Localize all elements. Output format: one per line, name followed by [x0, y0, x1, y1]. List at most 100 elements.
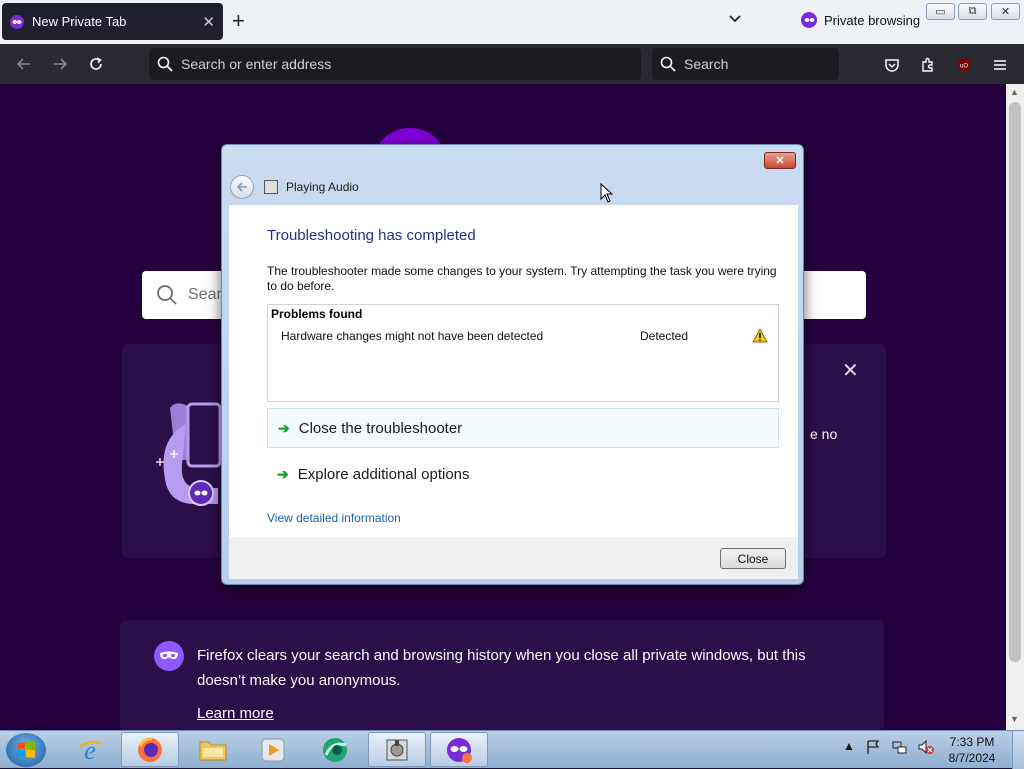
firefox-private-icon [447, 737, 472, 763]
close-button[interactable]: Close [720, 548, 786, 569]
speaker-muted-icon[interactable] [917, 739, 935, 755]
taskbar-clock[interactable]: 7:33 PM 8/7/2024 [940, 734, 1004, 766]
scroll-down-icon[interactable]: ▼ [1010, 714, 1019, 724]
dialog-close-button[interactable]: ✕ [764, 152, 796, 169]
svg-text:e: e [84, 736, 96, 764]
arrow-left-icon [236, 182, 247, 192]
promo-close-icon[interactable]: ✕ [842, 358, 859, 383]
scroll-up-icon[interactable]: ▲ [1010, 87, 1019, 97]
chevron-down-icon [729, 15, 741, 23]
forward-button[interactable] [50, 54, 70, 74]
hamburger-menu-icon [994, 60, 1006, 70]
search-bar-placeholder: Search [684, 56, 729, 72]
private-mask-icon [10, 14, 24, 29]
dialog-header: Playing Audio [230, 175, 359, 199]
mouse-cursor [600, 182, 614, 206]
clock-time: 7:33 PM [949, 735, 995, 749]
problem-name: Hardware changes might not have been det… [281, 329, 544, 343]
search-icon [157, 56, 173, 72]
address-bar-placeholder: Search or enter address [181, 56, 332, 72]
navigation-toolbar: Search or enter address Search uO [0, 44, 1024, 84]
teal-browser-icon [323, 737, 347, 762]
dialog-header-title: Playing Audio [286, 180, 359, 194]
private-browsing-label: Private browsing [824, 12, 921, 28]
internet-explorer-icon: e [78, 736, 103, 764]
search-bar[interactable]: Search [652, 48, 839, 80]
taskbar-file-explorer[interactable] [184, 732, 242, 767]
arrow-right-icon [54, 58, 68, 70]
learn-more-link[interactable]: Learn more [197, 705, 274, 722]
browser-titlebar: New Private Tab ✕ + Private browsing ▭ ⧉… [0, 0, 1024, 44]
ublock-button[interactable]: uO [955, 56, 973, 74]
tab-title: New Private Tab [32, 14, 127, 29]
ublock-shield-icon: uO [958, 58, 970, 72]
taskbar-media-player[interactable] [244, 732, 302, 767]
arrow-left-icon [16, 58, 30, 70]
action-label: Explore additional options [297, 465, 470, 483]
problem-status: Detected [640, 329, 689, 343]
page-scrollbar[interactable]: ▲ ▼ [1006, 84, 1024, 730]
taskbar-disk-app[interactable] [368, 732, 426, 767]
taskbar-firefox[interactable] [121, 732, 179, 767]
cursor-arrow-icon [600, 182, 614, 203]
tab-new-private[interactable]: New Private Tab ✕ [2, 3, 223, 40]
tab-close-icon[interactable]: ✕ [202, 13, 215, 31]
troubleshooter-icon [264, 180, 278, 194]
app-menu-button[interactable] [991, 56, 1009, 74]
system-tray: ▲ [843, 739, 935, 755]
search-icon [660, 56, 676, 72]
explore-options-option[interactable]: ➔ Explore additional options [267, 454, 779, 494]
start-button[interactable] [6, 733, 46, 767]
firefox-icon [138, 736, 162, 762]
private-mask-icon [154, 641, 184, 671]
svg-text:uO: uO [960, 64, 968, 70]
dialog-footer: Close [229, 537, 798, 579]
private-info-text: Firefox clears your search and browsing … [197, 647, 806, 689]
disk-tool-icon [386, 739, 408, 760]
window-close-button[interactable]: ✕ [991, 3, 1020, 20]
private-browsing-indicator: Private browsing [801, 12, 920, 28]
list-all-tabs-button[interactable] [726, 10, 744, 28]
action-label: Close the troubleshooter [298, 419, 463, 437]
taskbar-internet-explorer[interactable]: e [61, 732, 119, 767]
warning-icon [752, 327, 768, 346]
dialog-description: The troubleshooter made some changes to … [267, 264, 777, 293]
taskbar-browser-app[interactable] [306, 732, 364, 767]
green-arrow-icon: ➔ [278, 419, 290, 436]
folder-icon [199, 741, 227, 760]
dialog-back-button[interactable] [230, 175, 254, 199]
dialog-body: Troubleshooting has completed The troubl… [229, 205, 798, 537]
scrollbar-thumb[interactable] [1009, 102, 1021, 662]
search-icon [157, 285, 177, 305]
extensions-button[interactable] [919, 56, 937, 74]
puzzle-icon [922, 57, 933, 72]
promo-text-fragment: e no [810, 426, 838, 442]
show-desktop-button[interactable] [1012, 731, 1024, 769]
reload-icon [90, 57, 102, 70]
private-mask-icon [801, 12, 817, 28]
problems-header: Problems found [271, 307, 363, 321]
green-arrow-icon: ➔ [277, 465, 289, 482]
windows-logo-icon [17, 741, 35, 758]
new-tab-button[interactable]: + [232, 9, 245, 33]
dialog-title: Troubleshooting has completed [267, 227, 476, 244]
show-hidden-icons-icon[interactable]: ▲ [843, 739, 855, 755]
back-button[interactable] [14, 54, 34, 74]
troubleshooter-dialog: ✕ Playing Audio Troubleshooting has comp… [221, 144, 804, 585]
address-bar[interactable]: Search or enter address [149, 48, 641, 80]
media-player-icon [261, 738, 285, 761]
restore-button[interactable]: ⧉ [958, 3, 987, 20]
network-icon[interactable] [891, 739, 907, 755]
action-center-flag-icon[interactable] [865, 739, 881, 755]
clock-date: 8/7/2024 [948, 751, 996, 765]
view-detailed-information-link[interactable]: View detailed information [267, 511, 401, 525]
pocket-button[interactable] [883, 56, 901, 74]
minimize-button[interactable]: ▭ [926, 3, 955, 20]
close-troubleshooter-option[interactable]: ➔ Close the troubleshooter [267, 408, 779, 448]
pocket-icon [885, 59, 899, 72]
problems-list: Problems found Hardware changes might no… [267, 304, 779, 402]
reload-button[interactable] [86, 54, 106, 74]
taskbar-firefox-private[interactable] [430, 732, 488, 767]
promo-illustration [152, 400, 228, 512]
windows-taskbar: e ▲ 7:33 PM 8/7/2024 [0, 730, 1024, 769]
